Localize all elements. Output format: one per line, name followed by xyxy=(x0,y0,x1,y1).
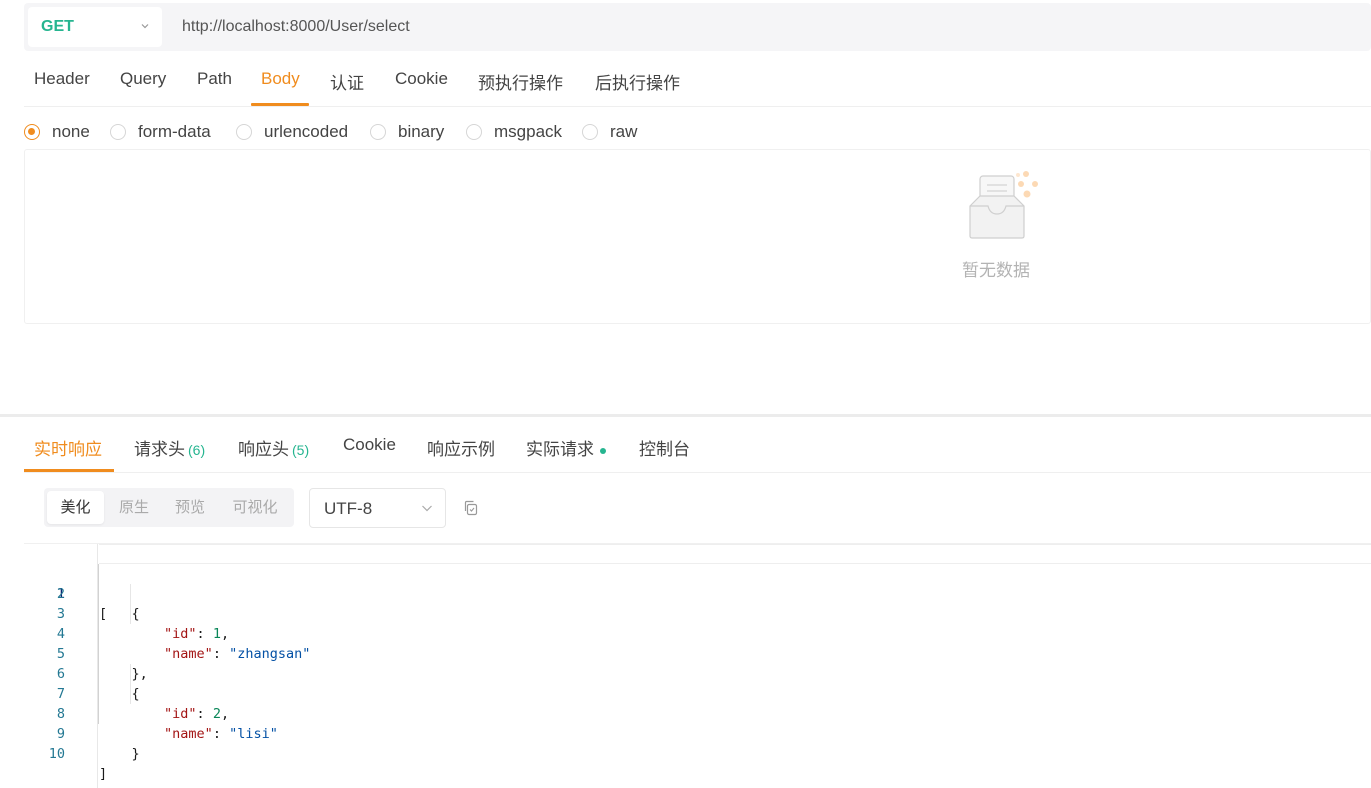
radio-label: raw xyxy=(610,122,638,141)
tab-auth[interactable]: 认证 xyxy=(330,69,364,94)
tab-label: 实际请求 xyxy=(526,440,594,459)
empty-state-text: 暂无数据 xyxy=(962,261,1030,280)
code-line: 6 { xyxy=(24,644,1371,702)
chevron-down-icon xyxy=(422,505,432,512)
radio-binary[interactable]: binary xyxy=(370,118,444,146)
empty-inbox-icon xyxy=(969,171,1038,239)
code-line: 2 { xyxy=(24,564,1371,622)
code-line: 8 "name": "lisi" xyxy=(24,684,1371,742)
radio-label: msgpack xyxy=(494,122,563,141)
request-url-bar: GET http://localhost:8000/User/select xyxy=(24,3,1371,51)
tab-body[interactable]: Body xyxy=(261,69,300,89)
tab-live-response[interactable]: 实时响应 xyxy=(34,435,102,460)
chevron-down-icon xyxy=(141,24,149,29)
status-dot-icon xyxy=(600,447,606,454)
radio-icon xyxy=(110,124,126,140)
line-number: 10 xyxy=(48,746,65,762)
code-line: 5 }, xyxy=(24,624,1371,682)
tab-label: 请求头 xyxy=(134,440,185,459)
tab-query[interactable]: Query xyxy=(120,69,166,89)
tab-post-request[interactable]: 后执行操作 xyxy=(595,69,680,94)
view-mode-visualize[interactable]: 可视化 xyxy=(220,491,290,524)
view-mode-preview[interactable]: 预览 xyxy=(164,491,216,524)
radio-urlencoded[interactable]: urlencoded xyxy=(236,118,348,146)
code-line: 4 "name": "zhangsan" xyxy=(24,604,1371,662)
copy-icon[interactable] xyxy=(462,499,480,517)
panel-splitter[interactable] xyxy=(0,414,1371,417)
radio-icon xyxy=(582,124,598,140)
tab-response-example[interactable]: 响应示例 xyxy=(427,435,495,460)
code-text: ] xyxy=(99,766,108,782)
code-line: 9 } xyxy=(24,704,1371,762)
active-tab-underline xyxy=(251,103,309,106)
tab-header[interactable]: Header xyxy=(34,69,90,89)
tab-request-headers[interactable]: 请求头 (6) xyxy=(134,435,205,460)
radio-label: form-data xyxy=(138,122,211,141)
radio-checked-icon xyxy=(24,124,40,140)
current-line-highlight xyxy=(99,544,1371,564)
tab-count-badge: (6) xyxy=(188,442,206,458)
view-mode-raw[interactable]: 原生 xyxy=(106,491,162,524)
radio-raw[interactable]: raw xyxy=(582,118,637,146)
code-line: 1 [ xyxy=(24,544,1371,622)
body-type-radio-group: none form-data urlencoded binary msgpack… xyxy=(24,118,1024,146)
url-input[interactable]: http://localhost:8000/User/select xyxy=(182,18,410,36)
tab-pre-request[interactable]: 预执行操作 xyxy=(478,69,563,94)
code-line: 10 ] xyxy=(24,724,1371,782)
tab-cookie[interactable]: Cookie xyxy=(395,69,448,89)
radio-icon xyxy=(236,124,252,140)
code-line: 3 "id": 1, xyxy=(24,584,1371,642)
radio-icon xyxy=(466,124,482,140)
method-select[interactable]: GET xyxy=(28,7,162,47)
body-content-panel: 暂无数据 xyxy=(24,149,1371,324)
radio-label: none xyxy=(52,122,90,141)
tab-label: 响应头 xyxy=(238,440,289,459)
radio-label: binary xyxy=(398,122,445,141)
tab-actual-request[interactable]: 实际请求 xyxy=(526,435,606,460)
view-mode-segmented: 美化 原生 预览 可视化 xyxy=(44,488,294,527)
code-line: 7 "id": 2, xyxy=(24,664,1371,722)
radio-none[interactable]: none xyxy=(24,118,90,146)
active-tab-underline xyxy=(24,469,114,472)
response-tabs: 实时响应 请求头 (6) 响应头 (5) Cookie 响应示例 实际请求 控制台 xyxy=(24,418,1371,473)
tab-response-headers[interactable]: 响应头 (5) xyxy=(238,435,309,460)
code-text: } xyxy=(99,746,140,762)
encoding-select[interactable]: UTF-8 xyxy=(309,488,446,528)
response-code-editor[interactable]: 1 [ 2 { 3 "id": 1, 4 "name": "zhangsan" … xyxy=(24,543,1371,788)
view-mode-pretty[interactable]: 美化 xyxy=(47,491,104,524)
radio-label: urlencoded xyxy=(264,122,349,141)
tab-path[interactable]: Path xyxy=(197,69,232,89)
tab-count-badge: (5) xyxy=(292,442,310,458)
encoding-label: UTF-8 xyxy=(324,499,373,518)
request-tabs: Header Query Path Body 认证 Cookie 预执行操作 后… xyxy=(24,54,1371,107)
tab-console[interactable]: 控制台 xyxy=(639,435,690,460)
radio-msgpack[interactable]: msgpack xyxy=(466,118,562,146)
radio-form-data[interactable]: form-data xyxy=(110,118,211,146)
radio-icon xyxy=(370,124,386,140)
tab-response-cookie[interactable]: Cookie xyxy=(343,435,396,455)
method-label: GET xyxy=(41,18,74,35)
